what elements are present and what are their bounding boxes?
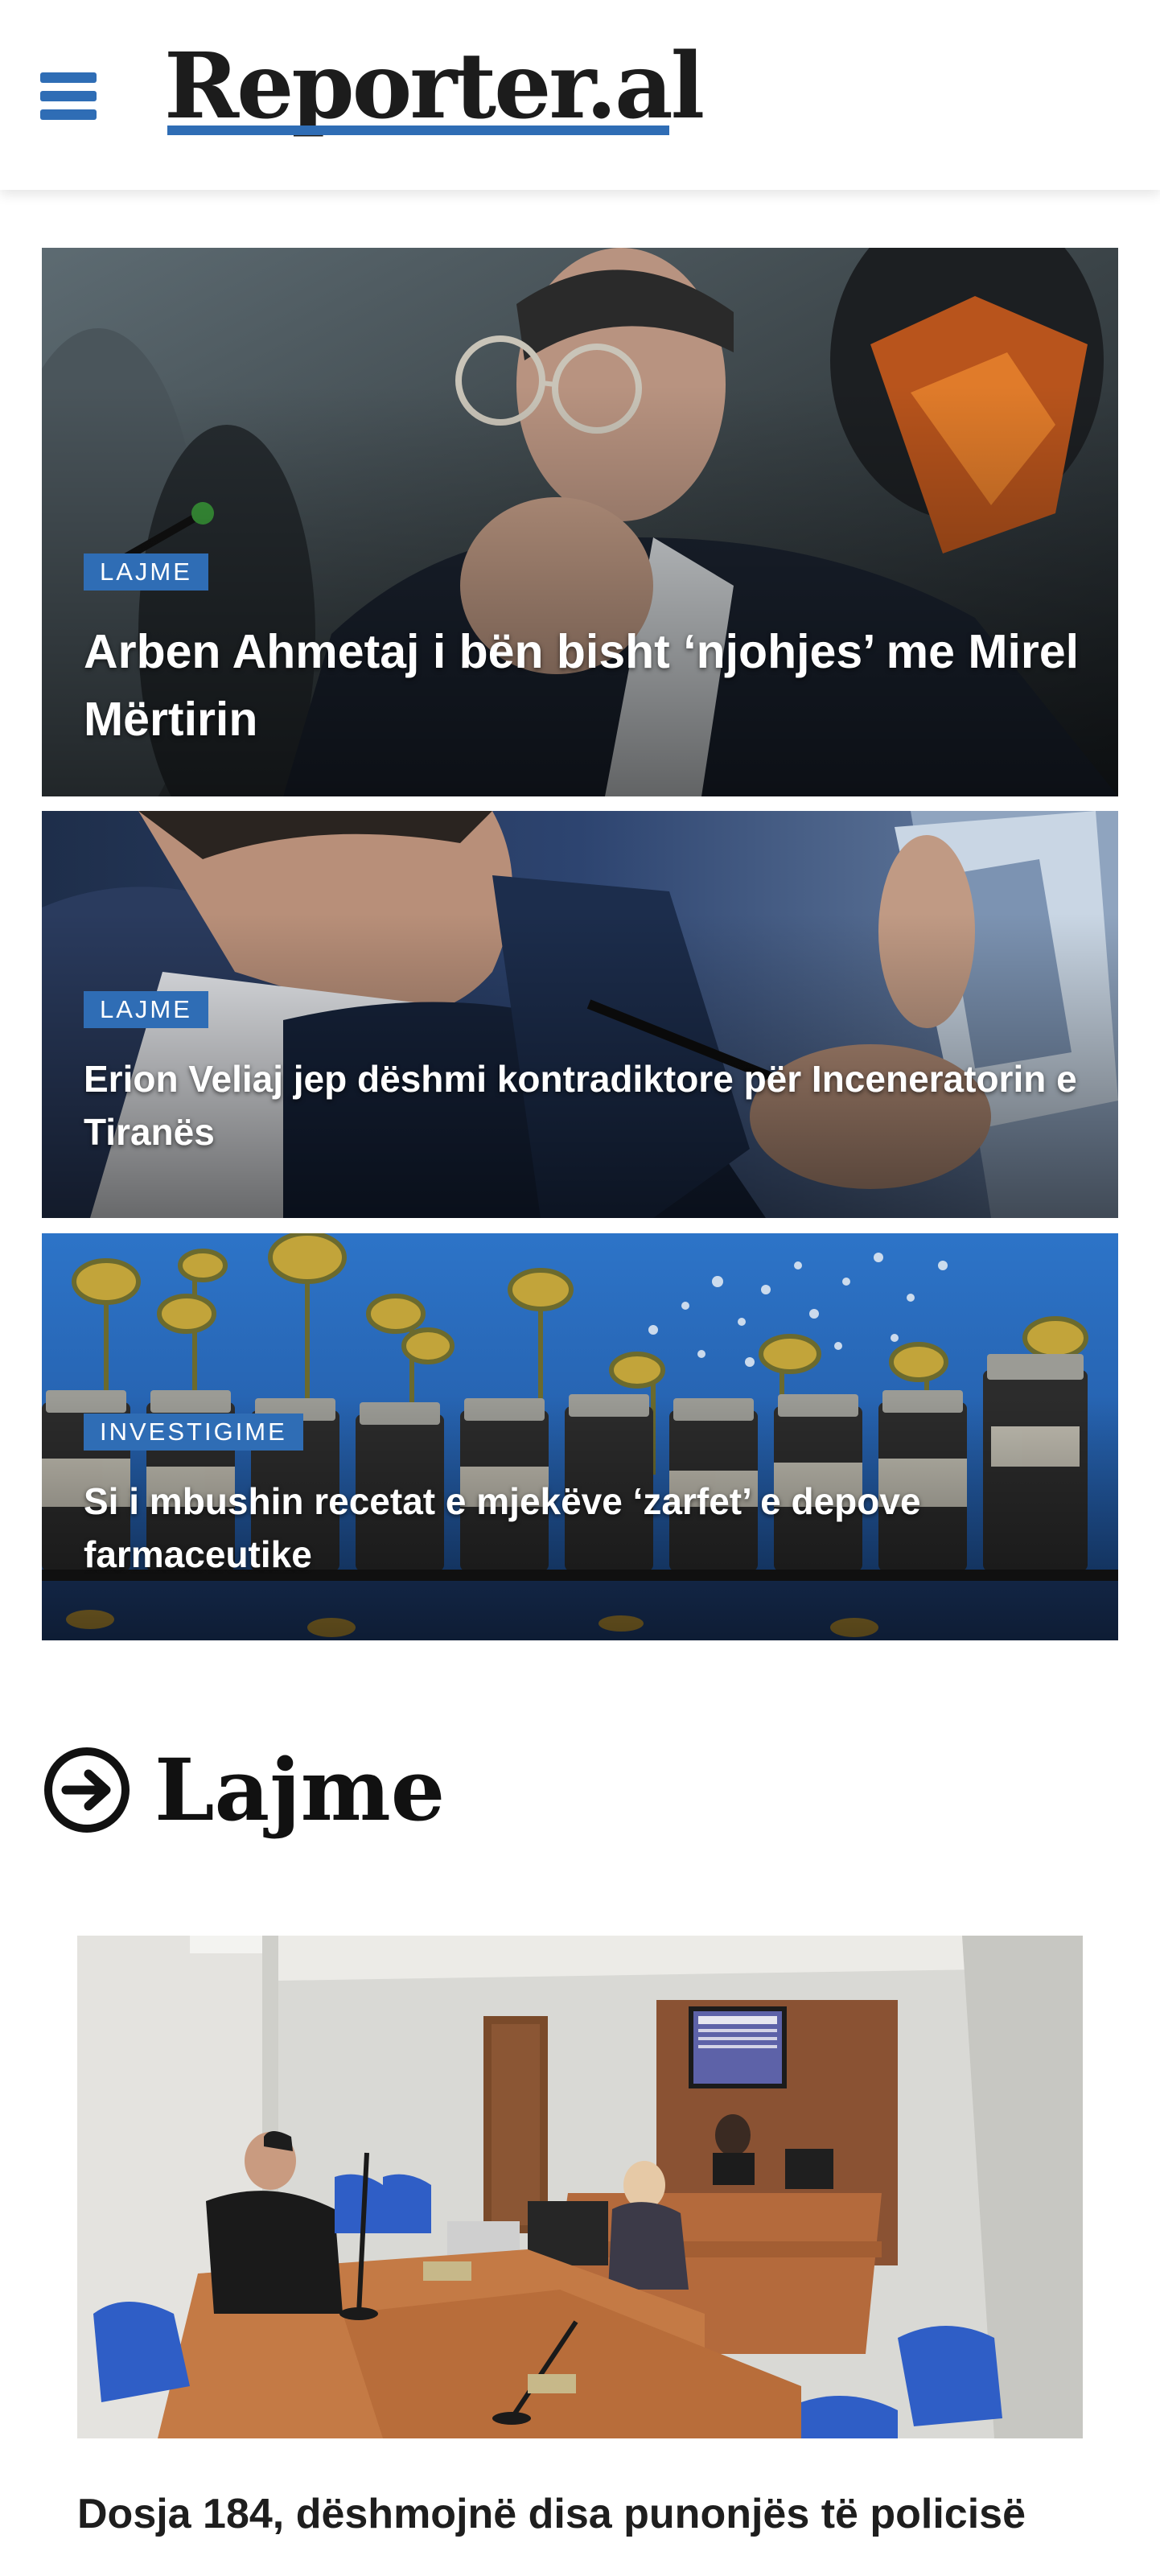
logo-text: Reporter.al xyxy=(164,34,705,139)
category-badge[interactable]: INVESTIGIME xyxy=(84,1414,303,1451)
hamburger-menu-icon[interactable] xyxy=(40,72,97,120)
featured-title[interactable]: Erion Veliaj jep dëshmi kontradiktore pë… xyxy=(84,1052,1097,1158)
section-heading[interactable]: Lajme xyxy=(42,1738,605,1842)
courtroom-photo xyxy=(77,1936,1083,2438)
category-badge[interactable]: LAJME xyxy=(84,553,208,591)
featured-title[interactable]: Arben Ahmetaj i bën bisht ‘njohjes’ me M… xyxy=(84,618,1097,753)
featured-article-2[interactable]: LAJME Erion Veliaj jep dëshmi kontradikt… xyxy=(42,811,1118,1218)
featured-title[interactable]: Si i mbushin recetat e mjekëve ‘zarfet’ … xyxy=(84,1475,1097,1581)
category-badge[interactable]: LAJME xyxy=(84,991,208,1028)
logo-underline xyxy=(167,126,669,135)
article-title[interactable]: Dosja 184, dëshmojnë disa punonjës të po… xyxy=(77,2486,1123,2542)
arrow-circle-right-icon xyxy=(44,1747,130,1833)
site-header: Reporter.al xyxy=(0,0,1160,190)
featured-article-1[interactable]: LAJME Arben Ahmetaj i bën bisht ‘njohjes… xyxy=(42,248,1118,796)
featured-article-3[interactable]: INVESTIGIME Si i mbushin recetat e mjekë… xyxy=(42,1233,1118,1640)
site-logo[interactable]: Reporter.al xyxy=(164,39,705,143)
section-title: Lajme xyxy=(154,1739,446,1840)
article-image[interactable] xyxy=(77,1936,1083,2438)
